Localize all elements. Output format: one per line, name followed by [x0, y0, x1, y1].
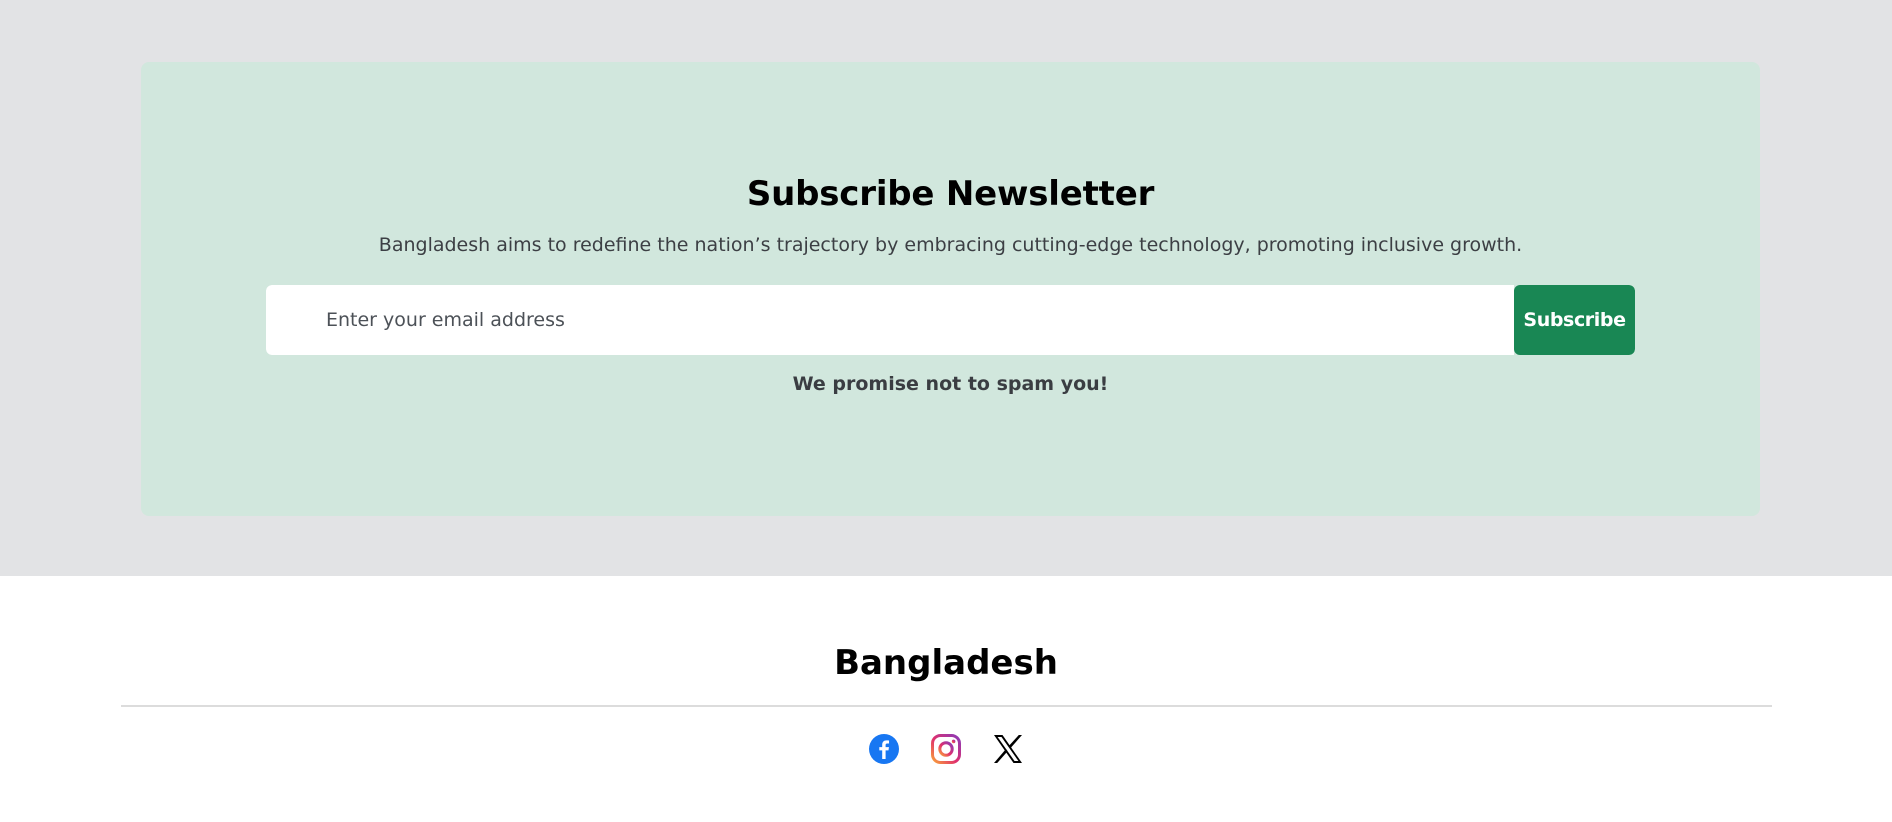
- footer-divider: [120, 705, 1772, 707]
- subscribe-form: Subscribe: [266, 285, 1635, 355]
- x-twitter-icon: [992, 733, 1024, 769]
- subscribe-button[interactable]: Subscribe: [1514, 285, 1635, 355]
- newsletter-card: Subscribe Newsletter Bangladesh aims to …: [141, 62, 1760, 516]
- facebook-icon: [869, 734, 899, 768]
- facebook-link[interactable]: [868, 734, 900, 768]
- newsletter-title: Subscribe Newsletter: [746, 174, 1155, 214]
- x-link[interactable]: [992, 735, 1024, 767]
- instagram-icon: [930, 733, 962, 769]
- email-input[interactable]: [266, 285, 1514, 355]
- instagram-link[interactable]: [930, 733, 962, 769]
- social-links: [0, 733, 1892, 769]
- footer-brand: Bangladesh: [834, 643, 1058, 683]
- spam-note: We promise not to spam you!: [792, 373, 1109, 395]
- footer: Bangladesh: [0, 576, 1892, 767]
- newsletter-section: Subscribe Newsletter Bangladesh aims to …: [0, 0, 1892, 576]
- newsletter-description: Bangladesh aims to redefine the nation’s…: [378, 234, 1523, 256]
